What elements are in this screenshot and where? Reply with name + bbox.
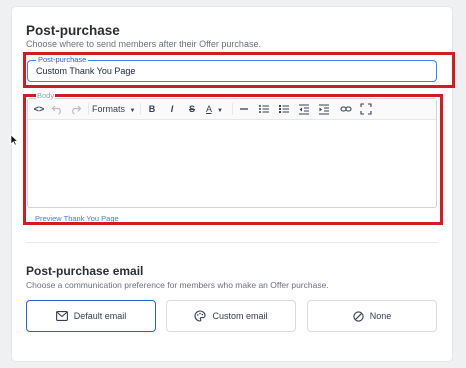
default-email-option[interactable]: Default email xyxy=(26,300,156,332)
highlight-box-select xyxy=(23,52,455,88)
palette-icon xyxy=(195,310,207,322)
highlight-box-editor xyxy=(23,94,443,225)
default-email-label: Default email xyxy=(73,311,127,321)
none-label: None xyxy=(369,311,392,321)
post-purchase-email-title: Post-purchase email xyxy=(26,264,144,278)
slash-circle-icon xyxy=(353,310,364,322)
section-divider xyxy=(26,242,438,243)
custom-email-option[interactable]: Custom email xyxy=(166,300,296,332)
none-option[interactable]: None xyxy=(307,300,437,332)
custom-email-label: Custom email xyxy=(212,311,268,321)
body-label: Body xyxy=(36,91,56,100)
post-purchase-description: Choose where to send members after their… xyxy=(26,39,261,49)
post-purchase-title: Post-purchase xyxy=(26,23,120,38)
post-purchase-email-description: Choose a communication preference for me… xyxy=(26,280,329,290)
mail-icon xyxy=(55,311,68,321)
mouse-cursor-icon xyxy=(10,134,18,146)
